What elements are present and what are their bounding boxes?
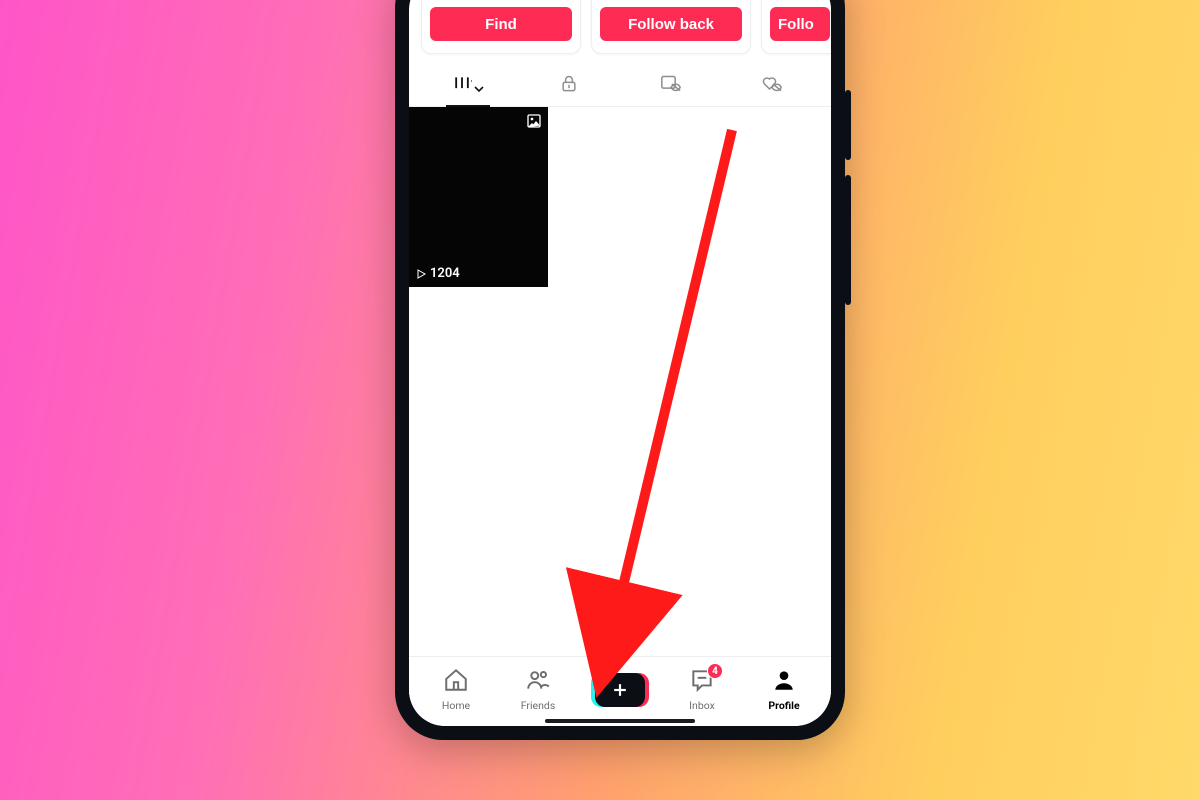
home-icon <box>443 667 469 696</box>
grid-icon <box>452 74 484 98</box>
plus-icon <box>595 673 645 707</box>
phone-side-button <box>845 175 851 305</box>
suggested-accounts-row[interactable]: Find your friends Find Follows you Follo… <box>409 0 831 54</box>
tab-private[interactable] <box>519 74 621 98</box>
phone-side-button <box>845 90 851 160</box>
nav-home[interactable]: Home <box>415 667 497 712</box>
image-post-icon <box>526 113 542 133</box>
follow-button[interactable]: Follo <box>770 7 830 41</box>
suggested-account-card[interactable]: Find your friends Find <box>421 0 581 54</box>
video-thumbnail[interactable]: 1204 <box>409 107 548 287</box>
nav-friends[interactable]: Friends <box>497 667 579 712</box>
home-indicator <box>545 719 695 723</box>
follow-back-button[interactable]: Follow back <box>600 7 742 41</box>
app-screen: Find your friends Find Follows you Follo… <box>409 0 831 726</box>
friends-icon <box>525 667 551 696</box>
heart-hidden-icon <box>761 74 783 98</box>
nav-label: Inbox <box>689 699 715 712</box>
suggested-account-card[interactable]: Foll Follo <box>761 0 831 54</box>
profile-icon <box>771 667 797 696</box>
lock-icon <box>559 74 579 98</box>
inbox-badge: 4 <box>707 663 723 679</box>
phone-frame: Find your friends Find Follows you Follo… <box>395 0 845 740</box>
play-icon <box>415 268 427 280</box>
nav-profile[interactable]: Profile <box>743 667 825 712</box>
nav-inbox[interactable]: 4 Inbox <box>661 667 743 712</box>
nav-label: Friends <box>521 699 556 712</box>
bottom-navigation: Home Friends <box>409 656 831 726</box>
find-button[interactable]: Find <box>430 7 572 41</box>
empty-grid-cell <box>692 107 831 287</box>
nav-create[interactable] <box>579 673 661 707</box>
empty-grid-cell <box>550 107 689 287</box>
tab-posts-grid[interactable] <box>417 74 519 98</box>
profile-content-tabs <box>409 54 831 107</box>
posts-grid[interactable]: 1204 <box>409 107 831 656</box>
repost-hidden-icon <box>660 74 682 98</box>
tab-reposts[interactable] <box>620 74 722 98</box>
video-view-count: 1204 <box>415 266 460 281</box>
suggested-account-card[interactable]: Follows you Follow back <box>591 0 751 54</box>
nav-label: Home <box>442 699 470 712</box>
nav-label: Profile <box>768 699 799 712</box>
tab-liked[interactable] <box>722 74 824 98</box>
